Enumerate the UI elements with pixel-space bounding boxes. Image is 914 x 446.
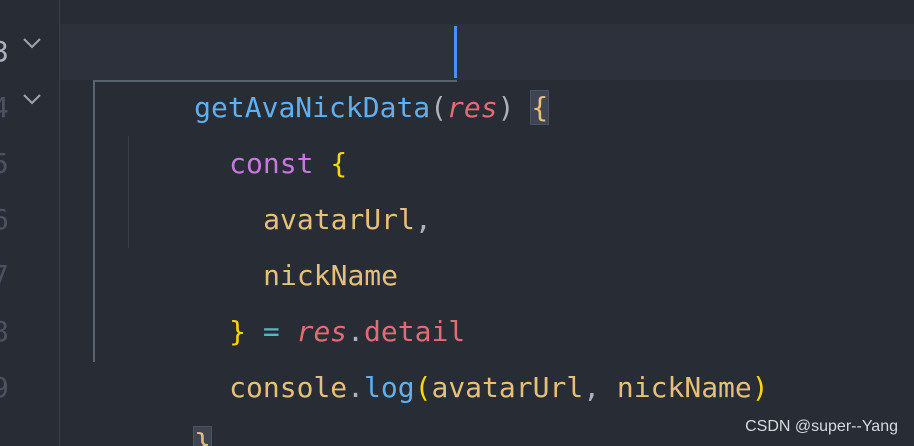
code-line-9[interactable]: },: [93, 360, 228, 446]
line-number-3: 3: [0, 35, 9, 68]
code-line-4[interactable]: const {: [128, 80, 347, 180]
code-editor[interactable]: 3 4 5 6 7 8 9 getAvaNickData(res) { cons…: [0, 0, 914, 446]
dot: .: [347, 371, 365, 404]
comma: ,: [583, 371, 601, 404]
comma: ,: [414, 203, 432, 236]
watermark: CSDN @super--Yang: [745, 418, 898, 435]
line-number-5: 5: [0, 147, 9, 180]
code-line-7[interactable]: } = res.detail: [128, 248, 465, 348]
line-number-gutter: 3 4 5 6 7 8 9: [0, 0, 60, 446]
paren: ): [751, 371, 769, 404]
code-area[interactable]: getAvaNickData(res) { const { avatarUrl,…: [60, 0, 914, 446]
code-line-8[interactable]: console.log(avatarUrl, nickName): [128, 304, 768, 404]
bracket-match: {: [530, 90, 550, 125]
paren: (: [414, 371, 432, 404]
code-line-6[interactable]: nickName: [162, 192, 398, 292]
chevron-down-icon[interactable]: [20, 31, 44, 55]
method: log: [364, 371, 415, 404]
comma: ,: [211, 427, 228, 446]
code-line-3[interactable]: getAvaNickData(res) {: [93, 24, 550, 125]
paren: (: [430, 91, 448, 124]
line-number-6: 6: [0, 203, 9, 236]
parameter: res: [447, 91, 498, 124]
line-number-9: 9: [0, 371, 9, 404]
chevron-down-icon[interactable]: [20, 87, 44, 111]
argument: avatarUrl: [431, 371, 584, 404]
argument: nickName: [616, 371, 752, 404]
line-number-7: 7: [0, 259, 9, 292]
paren: ): [497, 91, 515, 124]
code-line-5[interactable]: avatarUrl,: [162, 136, 432, 236]
text-cursor: [454, 26, 457, 78]
line-number-8: 8: [0, 315, 9, 348]
object: console: [229, 371, 348, 404]
line-number-4: 4: [0, 91, 9, 124]
bracket-match: }: [193, 426, 213, 446]
